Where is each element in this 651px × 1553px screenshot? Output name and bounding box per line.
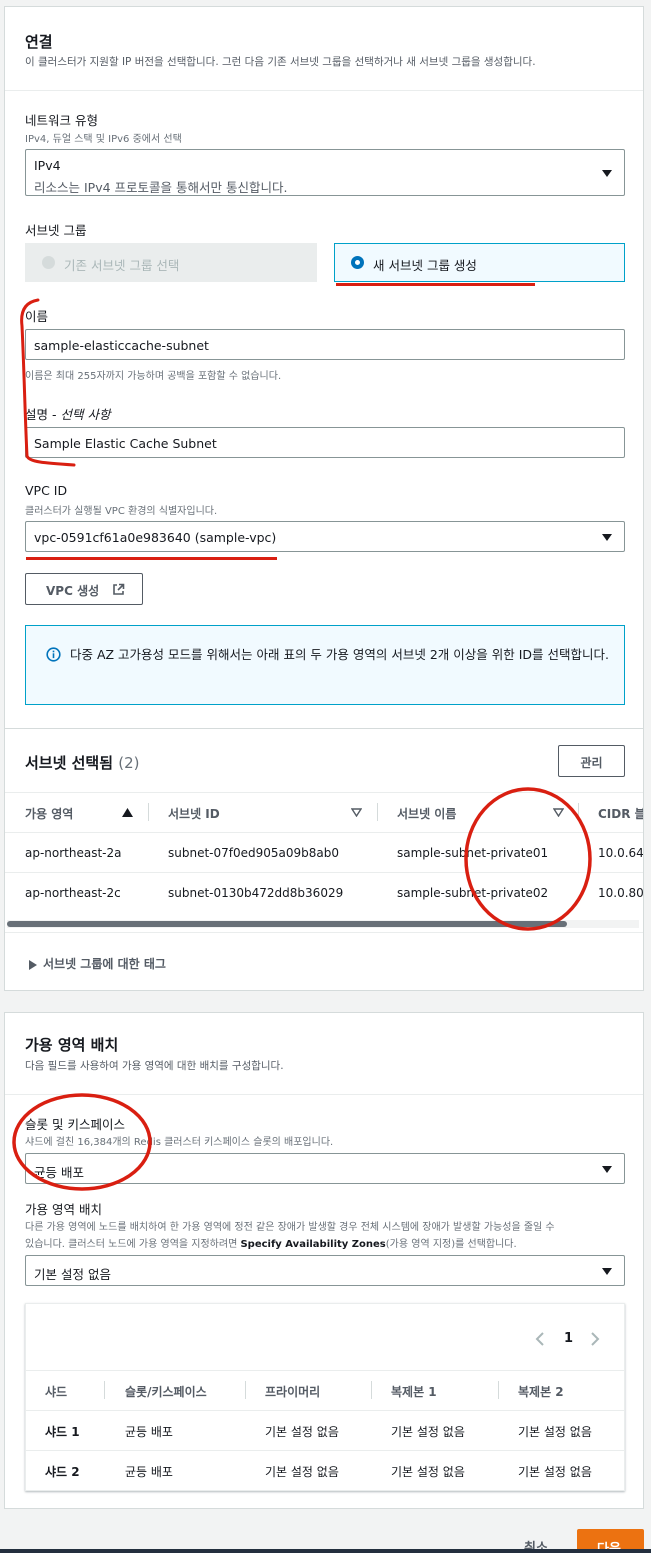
- dropdown-caret-icon: [602, 169, 612, 177]
- bottom-bar: [0, 1549, 651, 1553]
- network-type-value: IPv4: [34, 158, 61, 173]
- cell-subnet-id: subnet-07f0ed905a09b8ab0: [168, 846, 340, 860]
- connection-description: 이 클러스터가 지원할 IP 버전을 선택합니다. 그런 다음 기존 서브넷 그…: [25, 56, 536, 68]
- vpc-select[interactable]: vpc-0591cf61a0e983640 (sample-vpc): [25, 521, 625, 552]
- column-header-az[interactable]: 가용 영역: [25, 805, 73, 822]
- az-placement-select[interactable]: 기본 설정 없음: [25, 1255, 625, 1286]
- connection-title: 연결: [25, 33, 53, 51]
- info-alert-text: 다중 AZ 고가용성 모드를 위해서는 아래 표의 두 가용 영역의 서브넷 2…: [70, 647, 609, 662]
- chevron-left-icon[interactable]: [535, 1331, 545, 1347]
- az-hint-text-a: 있습니다. 클러스터 노드에 가용 영역을 지정하려면: [25, 1239, 241, 1250]
- cell-replica2: 기본 설정 없음: [518, 1425, 592, 1439]
- az-placement-label: 가용 영역 배치: [25, 1202, 102, 1217]
- subnets-count: (2): [118, 754, 140, 772]
- vpc-value: vpc-0591cf61a0e983640 (sample-vpc): [34, 530, 277, 545]
- name-input[interactable]: sample-elasticcache-subnet: [25, 329, 625, 360]
- vpc-label: VPC ID: [25, 483, 68, 498]
- column-header-subnet-name[interactable]: 서브넷 이름: [397, 805, 456, 822]
- dropdown-caret-icon: [602, 533, 612, 541]
- subnet-tags-toggle[interactable]: 서브넷 그룹에 대한 태그: [29, 955, 166, 972]
- placement-description: 다음 필드를 사용하여 가용 영역에 대한 배치를 구성합니다.: [25, 1060, 284, 1072]
- network-type-select[interactable]: IPv4 리소스는 IPv4 프로토콜을 통해서만 통신합니다.: [25, 149, 625, 196]
- vpc-hint: 클러스터가 실행될 VPC 환경의 식별자입니다.: [25, 506, 218, 517]
- az-hint-text-c: (가용 영역 지정)를 선택합니다.: [385, 1239, 517, 1250]
- annotation-circle-subnet-name: [464, 787, 592, 931]
- cell-replica1: 기본 설정 없음: [391, 1425, 465, 1439]
- chevron-right-icon[interactable]: [590, 1331, 600, 1347]
- column-header-primary: 프라이머리: [265, 1385, 321, 1399]
- subnets-title: 서브넷 선택됨 (2): [25, 752, 140, 773]
- subnets-title-text: 서브넷 선택됨: [25, 754, 114, 772]
- network-type-hint: IPv4, 듀얼 스택 및 IPv6 중에서 선택: [25, 134, 182, 145]
- cell-az: ap-northeast-2a: [25, 846, 122, 860]
- cell-replica1: 기본 설정 없음: [391, 1465, 465, 1479]
- az-placement-value: 기본 설정 없음: [34, 1267, 111, 1282]
- subnet-group-label: 서브넷 그룹: [25, 223, 87, 238]
- dropdown-caret-icon: [602, 1267, 612, 1275]
- caret-right-icon: [29, 959, 37, 970]
- cell-primary: 기본 설정 없음: [265, 1465, 339, 1479]
- annotation-underline-vpc: [26, 557, 277, 560]
- annotation-bracket: [20, 298, 76, 467]
- cell-slots: 균등 배포: [125, 1425, 173, 1439]
- manage-button-label: 관리: [580, 756, 603, 770]
- network-type-value-desc: 리소스는 IPv4 프로토콜을 통해서만 통신합니다.: [34, 180, 288, 195]
- cell-shard: 샤드 2: [45, 1465, 80, 1479]
- cell-replica2: 기본 설정 없음: [518, 1465, 592, 1479]
- subnet-group-option-existing-label: 기존 서브넷 그룹 선택: [64, 258, 180, 273]
- column-header-subnet-id[interactable]: 서브넷 ID: [168, 805, 220, 822]
- placement-panel: 가용 영역 배치 다음 필드를 사용하여 가용 영역에 대한 배치를 구성합니다…: [4, 1012, 644, 1509]
- cell-cidr: 10.0.80: [598, 886, 643, 900]
- az-hint-text-b: Specify Availability Zones: [240, 1239, 386, 1250]
- column-header-replica1: 복제본 1: [391, 1385, 437, 1399]
- placement-title: 가용 영역 배치: [25, 1036, 119, 1054]
- subnet-group-option-new[interactable]: 새 서브넷 그룹 생성: [334, 243, 625, 282]
- cell-subnet-id: subnet-0130b472dd8b36029: [168, 886, 344, 900]
- annotation-circle-slots: [12, 1093, 152, 1191]
- cell-az: ap-northeast-2c: [25, 886, 121, 900]
- column-header-slots: 슬롯/키스페이스: [125, 1385, 207, 1399]
- subnet-group-option-new-label: 새 서브넷 그룹 생성: [373, 258, 477, 273]
- subnet-group-option-existing[interactable]: 기존 서브넷 그룹 선택: [25, 243, 317, 282]
- column-header-replica2: 복제본 2: [518, 1385, 564, 1399]
- dropdown-caret-icon: [602, 1165, 612, 1173]
- shards-table-container: 1 샤드 슬롯/키스페이스 프라이머리 복제본 1 복제본 2 샤드 1 균등 …: [25, 1303, 625, 1491]
- info-icon: [46, 647, 61, 662]
- subnet-tags-toggle-label: 서브넷 그룹에 대한 태그: [43, 957, 166, 971]
- radio-selected-icon: [351, 256, 364, 269]
- cell-cidr: 10.0.64: [598, 846, 643, 860]
- az-placement-hint-line2: 있습니다. 클러스터 노드에 가용 영역을 지정하려면 Specify Avai…: [25, 1235, 517, 1250]
- annotation-underline-new-subnet: [336, 283, 535, 286]
- vpc-create-label: VPC 생성: [46, 584, 100, 598]
- external-link-icon: [113, 583, 125, 595]
- manage-button[interactable]: 관리: [558, 745, 625, 777]
- sort-ascending-icon[interactable]: [122, 808, 133, 817]
- description-input[interactable]: Sample Elastic Cache Subnet: [25, 427, 625, 458]
- sort-icon[interactable]: [351, 808, 362, 817]
- network-type-label: 네트워크 유형: [25, 113, 98, 128]
- column-header-shard: 샤드: [45, 1385, 68, 1399]
- cell-shard: 샤드 1: [45, 1425, 80, 1439]
- column-header-cidr[interactable]: CIDR 블: [598, 805, 643, 822]
- cell-primary: 기본 설정 없음: [265, 1425, 339, 1439]
- vpc-create-button[interactable]: VPC 생성: [25, 573, 143, 605]
- az-placement-hint-line1: 다른 가용 영역에 노드를 배치하여 한 가용 영역에 정전 같은 장애가 발생…: [25, 1222, 555, 1233]
- cell-slots: 균등 배포: [125, 1465, 173, 1479]
- info-alert: 다중 AZ 고가용성 모드를 위해서는 아래 표의 두 가용 영역의 서브넷 2…: [25, 625, 625, 705]
- pagination-page[interactable]: 1: [564, 1331, 573, 1346]
- radio-unselected-icon: [42, 256, 55, 269]
